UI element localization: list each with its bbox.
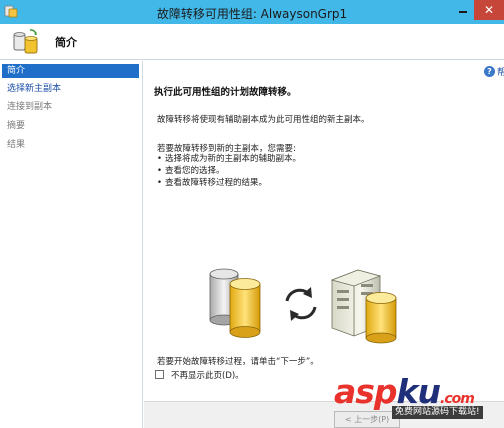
previous-button[interactable]: < 上一步(P) <box>334 411 400 428</box>
failover-icon <box>13 29 38 54</box>
window-title: 故障转移可用性组: AlwaysonGrp1 <box>156 7 348 21</box>
wizard-nav: 简介 选择新主副本 连接到副本 摘要 结果 <box>0 61 143 428</box>
steps-list: • 选择将成为新的主副本的辅助副本。 • 查看您的选择。 • 查看故障转移过程的结果。 <box>157 153 301 189</box>
close-button[interactable]: ✕ <box>474 0 504 20</box>
help-link[interactable]: 帮 <box>497 65 504 78</box>
help-icon[interactable]: ? <box>484 66 495 77</box>
database-icon <box>209 268 261 338</box>
nav-item-connect-replica: 连接到副本 <box>7 102 53 112</box>
app-icon <box>4 5 18 18</box>
content-pane <box>144 61 504 401</box>
nav-item-summary: 摘要 <box>7 121 26 131</box>
title-bar: 故障转移可用性组: AlwaysonGrp1 ✕ <box>0 0 504 24</box>
list-item: • 查看故障转移过程的结果。 <box>157 178 268 188</box>
failover-illustration <box>209 268 397 344</box>
minimize-button[interactable] <box>452 1 474 19</box>
page-header: 简介 <box>0 24 504 60</box>
page-title: 简介 <box>55 36 77 49</box>
nav-item-results: 结果 <box>7 140 26 150</box>
content-heading: 执行此可用性组的计划故障转移。 <box>154 87 297 98</box>
list-item: • 查看您的选择。 <box>157 166 225 176</box>
dont-show-again-checkbox[interactable] <box>155 370 164 379</box>
list-item: • 选择将成为新的主副本的辅助副本。 <box>157 154 302 164</box>
start-instruction: 若要开始故障转移过程，请单击“下一步”。 <box>157 357 319 367</box>
nav-item-intro[interactable]: 简介 <box>2 64 139 78</box>
nav-item-select-primary[interactable]: 选择新主副本 <box>2 82 139 96</box>
server-icon <box>330 269 397 344</box>
dont-show-again-label[interactable]: 不再显示此页(D)。 <box>171 369 244 381</box>
content-description: 故障转移将使现有辅助副本成为此可用性组的新主副本。 <box>157 115 370 125</box>
watermark-caption: 免费网站源码下载站! <box>392 406 483 419</box>
